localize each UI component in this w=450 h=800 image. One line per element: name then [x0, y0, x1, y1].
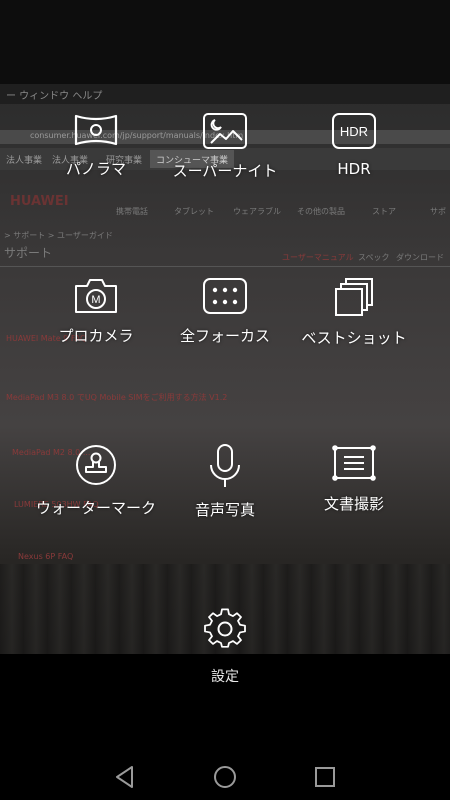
- viewfinder-link: スペック: [358, 253, 390, 262]
- mode-label: ウォーターマーク: [35, 499, 156, 517]
- all-focus-icon: [203, 278, 247, 314]
- mode-pro-camera[interactable]: M プロカメラ: [21, 277, 171, 346]
- viewfinder-nav-item: ウェアラブル: [233, 207, 281, 216]
- viewfinder-window-bar: ー ウィンドウ ヘルプ: [0, 84, 450, 104]
- mode-super-night[interactable]: スーパーナイト: [150, 112, 300, 181]
- mode-document-scan[interactable]: 文書撮影: [279, 443, 429, 514]
- mode-panorama[interactable]: パノラマ: [21, 112, 171, 179]
- mode-label: ベストショット: [301, 329, 407, 347]
- viewfinder-link: ユーザーマニュアル: [282, 253, 354, 262]
- mode-label: 文書撮影: [323, 495, 384, 513]
- viewfinder-nav-item: 携帯電話: [116, 207, 148, 216]
- microphone-icon: [210, 444, 240, 487]
- home-icon[interactable]: [210, 762, 240, 792]
- mode-label: スーパーナイト: [172, 162, 278, 180]
- viewfinder-faq-item: MediaPad M3 8.0 でUQ Mobile SIMをご利用する方法 V…: [6, 393, 228, 402]
- mode-label: プロカメラ: [58, 327, 134, 345]
- mode-label: 音声写真: [194, 501, 255, 519]
- viewfinder-nav-item: サポ: [430, 207, 446, 216]
- viewfinder-nav-item: ストア: [372, 207, 396, 216]
- viewfinder-brand: HUAWEI: [10, 194, 69, 209]
- viewfinder-nav-item: タブレット: [174, 207, 214, 216]
- viewfinder-link: ダウンロード: [396, 253, 444, 262]
- viewfinder-browser-title: ー ウィンドウ ヘルプ: [6, 91, 103, 102]
- panorama-icon: [74, 114, 118, 146]
- recents-icon[interactable]: [310, 762, 340, 792]
- document-scan-icon: [332, 445, 376, 481]
- pro-camera-icon-text: M: [91, 294, 100, 306]
- mode-label: HDR: [337, 160, 371, 178]
- viewfinder-faq-item: Nexus 6P FAQ: [18, 552, 74, 561]
- back-icon[interactable]: [110, 762, 140, 792]
- viewfinder-nav-item: その他の製品: [297, 207, 345, 216]
- gear-icon: [204, 608, 246, 648]
- status-bar: [0, 0, 450, 84]
- night-moon-icon: [203, 113, 247, 149]
- mode-all-focus[interactable]: 全フォーカス: [150, 277, 300, 346]
- mode-audio-note[interactable]: 音声写真: [150, 443, 300, 520]
- best-shot-icon: [335, 278, 373, 316]
- watermark-stamp-icon: [76, 445, 116, 485]
- viewfinder-divider: [0, 266, 450, 267]
- mode-label: パノラマ: [65, 160, 126, 178]
- mode-hdr[interactable]: HDR HDR: [279, 112, 429, 178]
- settings-label: 設定: [211, 669, 239, 685]
- hdr-icon-text: HDR: [340, 124, 368, 139]
- settings-button[interactable]: 設定: [175, 608, 275, 686]
- viewfinder-support-heading: サポート: [4, 246, 53, 260]
- mode-watermark[interactable]: ウォーターマーク: [21, 443, 171, 518]
- mode-label: 全フォーカス: [179, 327, 270, 345]
- pro-camera-icon: M: [75, 279, 117, 313]
- mode-best-shot[interactable]: ベストショット: [279, 277, 429, 348]
- hdr-icon: HDR: [332, 113, 376, 149]
- viewfinder-breadcrumb: > サポート > ユーザーガイド: [4, 231, 113, 240]
